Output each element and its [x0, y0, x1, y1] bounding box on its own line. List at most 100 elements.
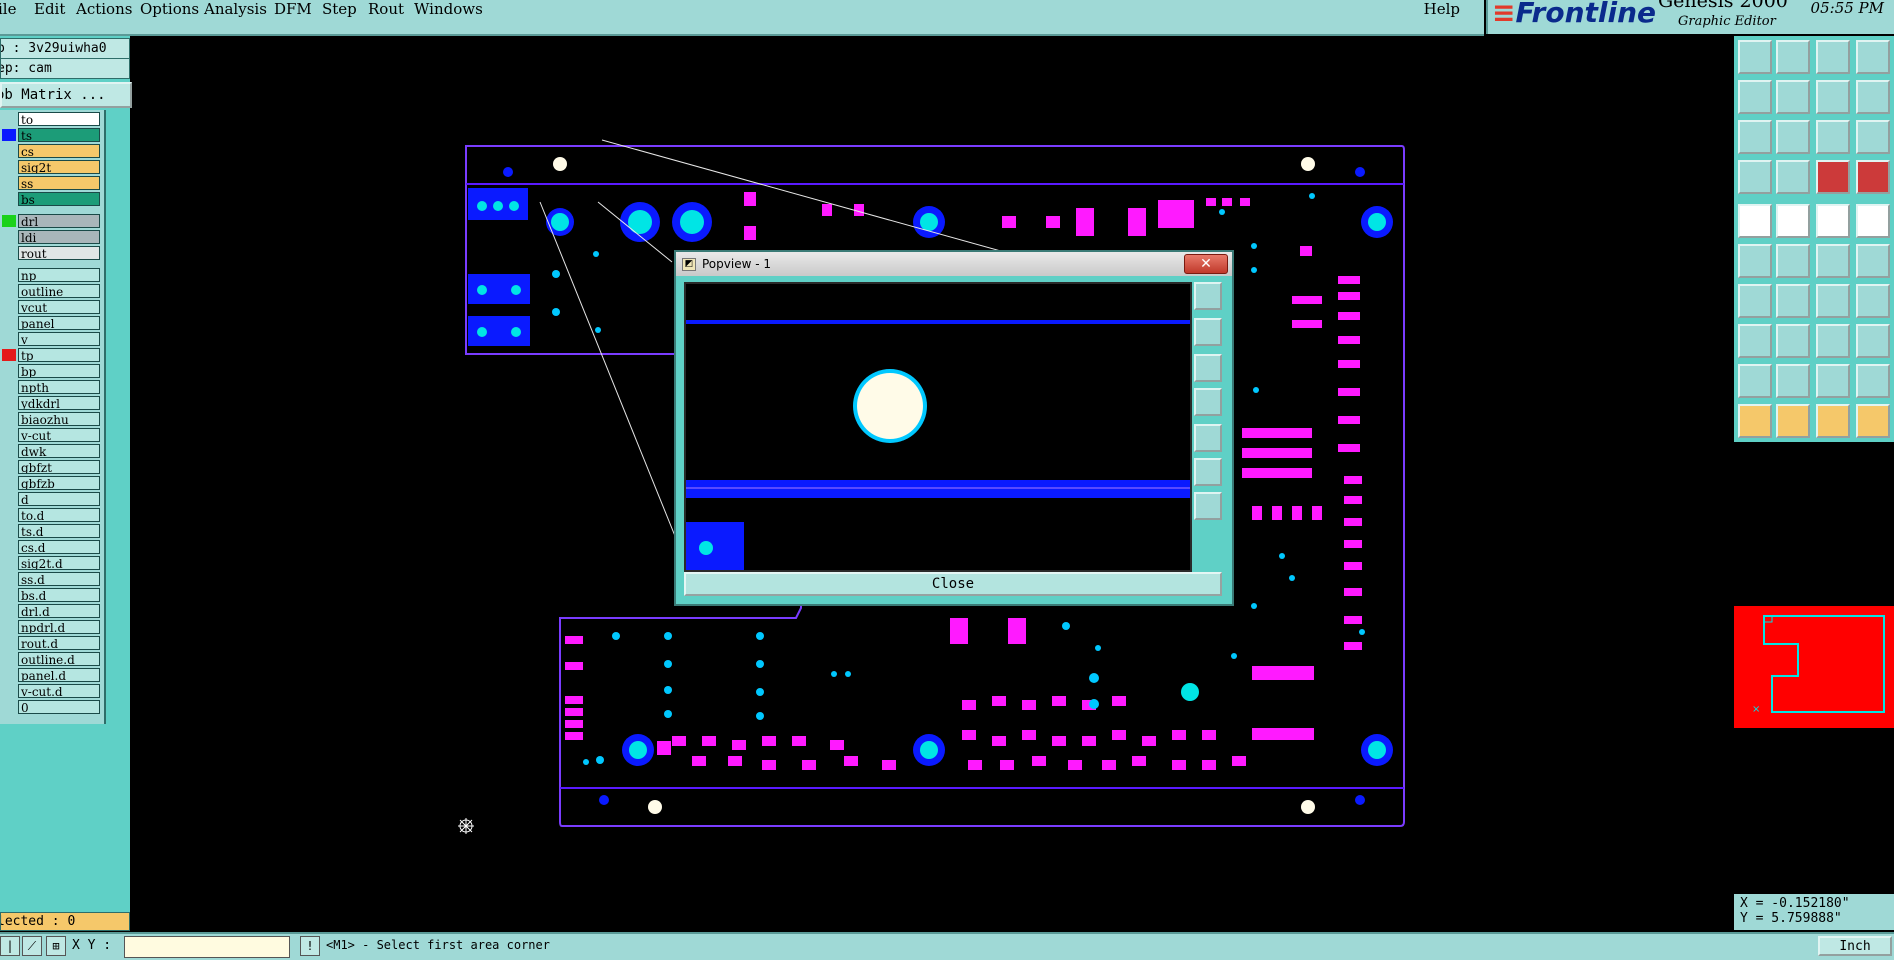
layer-item[interactable]: cs.d: [18, 540, 100, 554]
popview-pan-up-icon[interactable]: [1194, 318, 1222, 346]
layer-item[interactable]: v: [18, 332, 100, 346]
snap-center-icon[interactable]: [1856, 160, 1890, 194]
slash-icon[interactable]: [1776, 284, 1810, 318]
popview-pan-down-icon[interactable]: [1194, 354, 1222, 382]
layer-item[interactable]: bp: [18, 364, 100, 378]
layer-item[interactable]: vcut: [18, 300, 100, 314]
angle-icon[interactable]: [1738, 284, 1772, 318]
pointer-select-icon[interactable]: [1776, 404, 1810, 438]
layer-item[interactable]: ts: [18, 128, 100, 142]
layer-item[interactable]: drl.d: [18, 604, 100, 618]
popview-canvas[interactable]: [684, 282, 1192, 572]
horizontal-icon[interactable]: [1776, 324, 1810, 358]
layer-item[interactable]: rout: [18, 246, 100, 260]
menu-dfm[interactable]: DFM: [274, 0, 312, 18]
arrow-up-icon[interactable]: [1776, 364, 1810, 398]
close-button[interactable]: Close: [684, 572, 1222, 596]
delete-icon[interactable]: [1776, 244, 1810, 278]
popview-fit-icon[interactable]: [1194, 458, 1222, 486]
layer-item[interactable]: np: [18, 268, 100, 282]
measure-icon[interactable]: [1816, 204, 1850, 238]
layer-item[interactable]: v-cut: [18, 428, 100, 442]
connect-icon[interactable]: [1738, 244, 1772, 278]
layer-item[interactable]: to: [18, 112, 100, 126]
pointer-icon[interactable]: [1738, 404, 1772, 438]
layer-item[interactable]: gbfzt: [18, 460, 100, 474]
rotate-icon[interactable]: [1816, 284, 1850, 318]
snap-icon[interactable]: [1816, 160, 1850, 194]
triangle-icon[interactable]: [1738, 364, 1772, 398]
menu-edit[interactable]: Edit: [34, 0, 65, 18]
layer-item[interactable]: tp: [18, 348, 100, 362]
grid-icon[interactable]: [1776, 160, 1810, 194]
menu-step[interactable]: Step: [322, 0, 357, 18]
layer-item[interactable]: ldi: [18, 230, 100, 244]
layer-item[interactable]: outline.d: [18, 652, 100, 666]
layer-item[interactable]: rout.d: [18, 636, 100, 650]
bridge-alt-icon[interactable]: [1856, 364, 1890, 398]
align-icon[interactable]: [1856, 284, 1890, 318]
pan-right-icon[interactable]: [1776, 80, 1810, 114]
select-hole-icon[interactable]: [1856, 204, 1890, 238]
layer-item[interactable]: v-cut.d: [18, 684, 100, 698]
popview-pan-left-icon[interactable]: [1194, 388, 1222, 416]
layer-item[interactable]: ss.d: [18, 572, 100, 586]
home-icon[interactable]: [1816, 40, 1850, 74]
layer-item[interactable]: sig2t.d: [18, 556, 100, 570]
layer-item[interactable]: ts.d: [18, 524, 100, 538]
settings-icon[interactable]: [1738, 160, 1772, 194]
help-icon[interactable]: [1856, 120, 1890, 154]
layer-item[interactable]: bs.d: [18, 588, 100, 602]
pan-left-icon[interactable]: [1738, 80, 1772, 114]
layer-item[interactable]: sig2t: [18, 160, 100, 174]
layer-item[interactable]: panel: [18, 316, 100, 330]
close-icon[interactable]: ✕: [1184, 254, 1228, 274]
popview-home-icon[interactable]: [1194, 492, 1222, 520]
layer-item[interactable]: npdrl.d: [18, 620, 100, 634]
popview-zoom-in-icon[interactable]: [1194, 282, 1222, 310]
select-area-icon[interactable]: [1776, 204, 1810, 238]
menu-windows[interactable]: Windows: [414, 0, 483, 18]
layer-item[interactable]: cs: [18, 144, 100, 158]
mirror-icon[interactable]: [1856, 324, 1890, 358]
snap-off-icon[interactable]: ⟋: [22, 936, 42, 956]
zoom-fit-icon[interactable]: [1738, 120, 1772, 154]
menu-options[interactable]: Options: [140, 0, 199, 18]
menu-actions[interactable]: Actions: [76, 0, 132, 18]
layer-item[interactable]: npth: [18, 380, 100, 394]
xy-input[interactable]: [124, 936, 290, 958]
layer-item[interactable]: bs: [18, 192, 100, 206]
job-matrix-button[interactable]: ob Matrix ...: [0, 82, 132, 108]
menu-analysis[interactable]: Analysis: [204, 0, 267, 18]
line-icon[interactable]: [1816, 244, 1850, 278]
save-icon[interactable]: [1776, 40, 1810, 74]
window-icon[interactable]: |: [0, 936, 20, 956]
overview-map[interactable]: ×: [1734, 606, 1894, 728]
zoom-icon[interactable]: [1816, 80, 1850, 114]
bridge-icon[interactable]: [1816, 364, 1850, 398]
grid-icon[interactable]: ⊞: [46, 936, 66, 956]
units-selector[interactable]: Inch: [1818, 936, 1892, 956]
layer-item[interactable]: ydkdrl: [18, 396, 100, 410]
line-pad-icon[interactable]: [1856, 244, 1890, 278]
layer-item[interactable]: dwk: [18, 444, 100, 458]
menu-help[interactable]: Help: [1424, 0, 1460, 18]
layer-item[interactable]: to.d: [18, 508, 100, 522]
zoom-area-icon[interactable]: [1776, 120, 1810, 154]
layer-item[interactable]: biaozhu: [18, 412, 100, 426]
menu-file[interactable]: ile: [0, 0, 16, 18]
popview-pan-right-icon[interactable]: [1194, 424, 1222, 452]
popview-titlebar[interactable]: ◩ Popview - 1 ✕: [676, 252, 1232, 276]
copy-icon[interactable]: [1738, 324, 1772, 358]
layer-item[interactable]: outline: [18, 284, 100, 298]
layer-item[interactable]: 0: [18, 700, 100, 714]
layer-item[interactable]: d: [18, 492, 100, 506]
scale-1-2-icon[interactable]: [1816, 120, 1850, 154]
pointer-route-icon[interactable]: [1856, 404, 1890, 438]
layer-item[interactable]: ss: [18, 176, 100, 190]
move-icon[interactable]: [1816, 324, 1850, 358]
redraw-icon[interactable]: [1856, 80, 1890, 114]
menu-rout[interactable]: Rout: [368, 0, 404, 18]
open-icon[interactable]: [1738, 40, 1772, 74]
layer-item[interactable]: drl: [18, 214, 100, 228]
